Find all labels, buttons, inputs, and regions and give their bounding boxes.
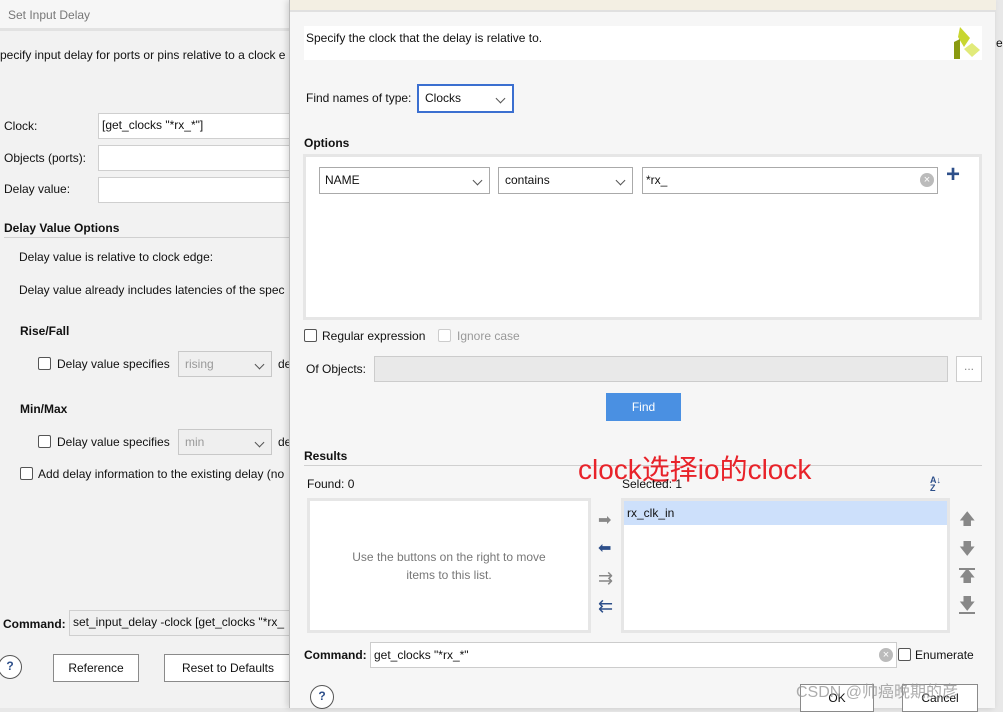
filter-operator-value: contains [505,173,550,187]
ignore-case-label: Ignore case [457,329,520,343]
clear-icon[interactable]: × [879,648,893,662]
chevron-down-icon [615,175,626,186]
reference-button[interactable]: Reference [53,654,139,682]
of-objects-label: Of Objects: [306,362,367,376]
vivado-logo-icon [954,27,980,59]
filter-value-input[interactable]: *rx_ × [642,167,938,194]
add-delay-checkbox[interactable] [20,467,33,480]
find-type-select[interactable]: Clocks [417,84,514,113]
delay-value-options-header: Delay Value Options [4,221,120,235]
chevron-down-icon [495,93,506,104]
of-objects-input[interactable] [374,356,948,382]
enumerate-checkbox[interactable] [898,648,911,661]
options-panel: NAME contains *rx_ × + [303,154,982,320]
min-checkbox-label: Delay value specifies [57,435,170,449]
rise-checkbox-label: Delay value specifies [57,357,170,371]
find-names-dialog: Specify the clock that the delay is rela… [289,0,996,712]
find-type-value: Clocks [425,91,462,105]
dialog-title: Set Input Delay [0,0,292,31]
watermark: CSDN @帅癌晚期的彦 [796,684,959,701]
ignore-case-checkbox[interactable] [438,329,451,342]
set-input-delay-dialog: Set Input Delay pecify input delay for p… [0,0,292,708]
delay-value-input[interactable] [98,177,292,203]
chevron-down-icon [254,437,265,448]
add-delay-label: Add delay information to the existing de… [38,467,285,481]
move-up-icon[interactable]: 🡅 [959,508,975,535]
results-header: Results [304,449,348,463]
move-all-right-icon[interactable]: ⇉ [598,568,613,589]
reset-to-defaults-button[interactable]: Reset to Defaults [164,654,292,682]
list-item[interactable]: rx_clk_in [624,501,947,525]
command-label: Command: [304,648,367,662]
chevron-down-icon [472,175,483,186]
clock-input[interactable]: [get_clocks "*rx_*"] [98,113,292,139]
clock-label: Clock: [4,119,38,133]
filter-value-text: *rx_ [646,173,668,187]
found-empty-text: Use the buttons on the right to move ite… [352,549,546,582]
min-select[interactable]: min [178,429,272,455]
move-right-arrow-icon[interactable]: ➡ [598,510,611,530]
options-header: Options [304,136,350,150]
description-banner: Specify the clock that the delay is rela… [304,26,982,60]
move-all-left-icon[interactable]: ⇇ [598,596,613,617]
command-value: get_clocks "*rx_*" [374,648,469,662]
background-text: e [996,36,1003,50]
objects-label: Objects (ports): [4,151,87,165]
found-list[interactable]: Use the buttons on the right to move ite… [307,498,591,633]
filter-field-select[interactable]: NAME [319,167,490,194]
latency-text: Delay value already includes latencies o… [19,283,285,297]
chevron-down-icon [254,359,265,370]
move-bottom-icon[interactable]: 🡇 [959,597,976,614]
enumerate-label: Enumerate [915,648,974,662]
more-button[interactable]: ... [956,356,982,382]
find-button[interactable]: Find [606,393,681,421]
dialog-titlebar [290,0,996,12]
find-type-label: Find names of type: [306,91,412,105]
objects-input[interactable] [98,145,292,171]
found-label: Found: 0 [307,477,355,491]
rise-fall-header: Rise/Fall [20,324,70,338]
regex-label: Regular expression [322,329,426,343]
rise-select[interactable]: rising [178,351,272,377]
filter-operator-select[interactable]: contains [498,167,633,194]
command-field[interactable]: set_input_delay -clock [get_clocks "*rx_ [69,610,292,636]
rise-checkbox[interactable] [38,357,51,370]
dialog-description: pecify input delay for ports or pins rel… [0,48,286,62]
move-top-icon[interactable]: 🡅 [959,568,976,585]
min-select-value: min [185,435,205,449]
add-filter-plus-icon[interactable]: + [946,161,960,189]
divider [4,237,292,238]
command-label: Command: [3,617,66,631]
min-checkbox[interactable] [38,435,51,448]
move-down-icon[interactable]: 🡇 [959,538,975,565]
dialog-description: Specify the clock that the delay is rela… [306,31,543,45]
filter-field-value: NAME [325,173,360,187]
regex-checkbox[interactable] [304,329,317,342]
selected-list[interactable]: rx_clk_in [621,498,950,633]
selected-label: Selected: 1 [622,477,683,491]
help-button[interactable]: ? [310,685,334,709]
relative-edge-text: Delay value is relative to clock edge: [19,250,214,264]
command-field[interactable]: get_clocks "*rx_*" × [370,642,897,668]
clear-icon[interactable]: × [920,173,934,187]
sort-az-icon[interactable]: A↓ Z [930,476,941,493]
help-button[interactable]: ? [0,655,22,679]
rise-select-value: rising [185,357,214,371]
annotation-text: clock选择io的clock [578,454,812,485]
min-max-header: Min/Max [20,402,68,416]
move-left-arrow-icon[interactable]: ⬅ [598,538,611,558]
delay-value-label: Delay value: [4,182,71,196]
